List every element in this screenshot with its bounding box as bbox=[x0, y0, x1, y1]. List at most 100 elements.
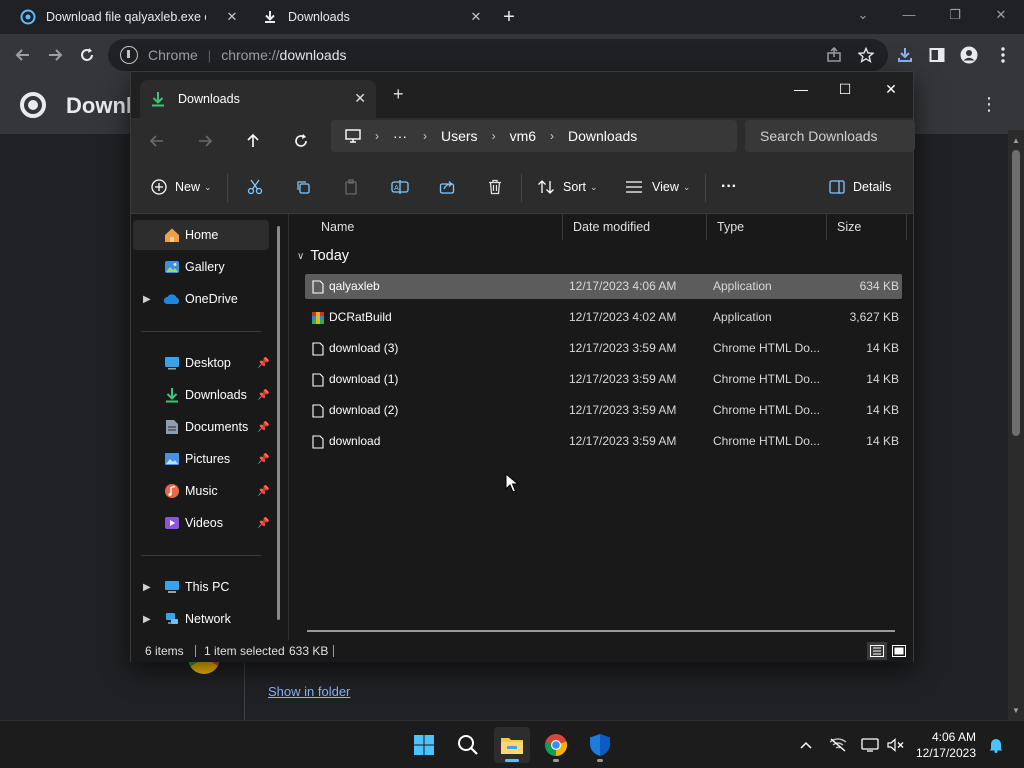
scroll-up-arrow-icon[interactable]: ▲ bbox=[1010, 136, 1022, 145]
explorer-new-tab-button[interactable]: + bbox=[393, 84, 404, 105]
details-pane-button[interactable]: Details bbox=[829, 176, 891, 198]
network-disconnected-icon[interactable] bbox=[828, 735, 848, 755]
chrome-tab-download-site[interactable]: Download file qalyaxleb.exe on C ✕ bbox=[8, 0, 246, 34]
file-row-dcratbuild[interactable]: DCRatBuild 12/17/2023 4:02 AM Applicatio… bbox=[305, 305, 902, 330]
share-button[interactable] bbox=[439, 176, 455, 198]
file-row-download-1[interactable]: download (1) 12/17/2023 3:59 AM Chrome H… bbox=[305, 367, 902, 392]
pin-icon[interactable]: 📌 bbox=[257, 518, 269, 529]
column-header-type[interactable]: Type bbox=[707, 214, 827, 240]
nav-item-onedrive[interactable]: ▶ OneDrive bbox=[133, 284, 269, 314]
nav-item-desktop[interactable]: Desktop 📌 bbox=[133, 348, 269, 378]
breadcrumb-downloads[interactable]: Downloads bbox=[568, 128, 637, 144]
column-header-size[interactable]: Size bbox=[827, 214, 907, 240]
show-hidden-icons-chevron-icon[interactable] bbox=[796, 735, 816, 755]
display-icon[interactable] bbox=[860, 735, 880, 755]
chrome-tab-downloads[interactable]: Downloads ✕ bbox=[250, 0, 490, 34]
explorer-search-input[interactable]: Search Downloads bbox=[745, 120, 915, 152]
column-header-name[interactable]: Name bbox=[311, 214, 563, 240]
this-pc-icon bbox=[163, 578, 181, 596]
explorer-maximize-button[interactable]: ☐ bbox=[833, 78, 857, 100]
breadcrumb-users[interactable]: Users bbox=[441, 128, 478, 144]
file-row-download-3[interactable]: download (3) 12/17/2023 3:59 AM Chrome H… bbox=[305, 336, 902, 361]
pin-icon[interactable]: 📌 bbox=[257, 486, 269, 497]
paste-button[interactable] bbox=[343, 176, 359, 198]
chevron-right-icon[interactable]: ▶ bbox=[143, 294, 151, 305]
details-view-button[interactable] bbox=[867, 642, 887, 660]
sort-button[interactable]: Sort ⌄ bbox=[537, 176, 597, 198]
pin-icon[interactable]: 📌 bbox=[257, 358, 269, 369]
nav-item-gallery[interactable]: Gallery bbox=[133, 252, 269, 282]
delete-button[interactable] bbox=[487, 176, 503, 198]
group-header-today[interactable]: ∨ Today bbox=[297, 248, 349, 264]
explorer-close-button[interactable]: ✕ bbox=[879, 78, 903, 100]
address-bar[interactable]: Chrome | chrome://downloads bbox=[108, 39, 888, 71]
pin-icon[interactable]: 📌 bbox=[257, 390, 269, 401]
restore-button[interactable]: ❐ bbox=[942, 4, 968, 26]
start-button[interactable] bbox=[406, 727, 442, 763]
explorer-address-bar[interactable]: › ··· › Users › vm6 › Downloads bbox=[331, 120, 737, 152]
file-row-download[interactable]: download 12/17/2023 3:59 AM Chrome HTML … bbox=[305, 429, 902, 454]
taskbar-windows-security[interactable] bbox=[582, 727, 618, 763]
close-window-button[interactable]: ✕ bbox=[988, 4, 1014, 26]
column-header-date-modified[interactable]: Date modified bbox=[563, 214, 707, 240]
back-button[interactable] bbox=[12, 44, 34, 66]
breadcrumb-more[interactable]: ··· bbox=[393, 128, 407, 144]
explorer-forward-button[interactable] bbox=[195, 131, 215, 151]
nav-item-music[interactable]: Music 📌 bbox=[133, 476, 269, 506]
taskbar-clock[interactable]: 4:06 AM 12/17/2023 bbox=[912, 729, 976, 761]
nav-item-documents[interactable]: Documents 📌 bbox=[133, 412, 269, 442]
show-in-folder-link[interactable]: Show in folder bbox=[268, 684, 350, 699]
chevron-right-icon[interactable]: ▶ bbox=[143, 614, 151, 625]
navigation-pane-scrollbar[interactable] bbox=[277, 226, 280, 620]
taskbar-chrome[interactable] bbox=[538, 727, 574, 763]
nav-item-network[interactable]: ▶ Network bbox=[133, 604, 269, 634]
nav-item-home[interactable]: Home bbox=[133, 220, 269, 250]
profile-icon[interactable] bbox=[958, 44, 980, 66]
explorer-minimize-button[interactable]: — bbox=[789, 78, 813, 100]
close-icon[interactable]: ✕ bbox=[224, 9, 240, 25]
close-icon[interactable]: ✕ bbox=[468, 9, 484, 25]
taskbar-search-button[interactable] bbox=[450, 727, 486, 763]
cut-button[interactable] bbox=[247, 176, 263, 198]
nav-item-downloads[interactable]: Downloads 📌 bbox=[133, 380, 269, 410]
pin-icon[interactable]: 📌 bbox=[257, 422, 269, 433]
more-options-button[interactable]: ··· bbox=[721, 176, 737, 198]
minimize-button[interactable]: — bbox=[896, 4, 922, 26]
new-button[interactable]: New ⌄ bbox=[151, 176, 212, 198]
site-info-icon[interactable] bbox=[120, 46, 138, 64]
side-panel-icon[interactable] bbox=[926, 44, 948, 66]
explorer-up-button[interactable] bbox=[243, 131, 263, 151]
pin-icon[interactable]: 📌 bbox=[257, 454, 269, 465]
nav-item-pictures[interactable]: Pictures 📌 bbox=[133, 444, 269, 474]
taskbar-file-explorer[interactable] bbox=[494, 727, 530, 763]
bookmark-star-icon[interactable] bbox=[855, 44, 877, 66]
chrome-menu-icon[interactable] bbox=[992, 44, 1014, 66]
rename-button[interactable]: A bbox=[391, 176, 409, 198]
reload-button[interactable] bbox=[76, 44, 98, 66]
page-menu-icon[interactable]: ⋮ bbox=[980, 94, 998, 115]
file-row-download-2[interactable]: download (2) 12/17/2023 3:59 AM Chrome H… bbox=[305, 398, 902, 423]
breadcrumb-vm6[interactable]: vm6 bbox=[510, 128, 536, 144]
file-list-horizontal-scrollbar[interactable] bbox=[307, 630, 895, 632]
scroll-down-arrow-icon[interactable]: ▼ bbox=[1010, 706, 1022, 715]
share-icon[interactable] bbox=[823, 44, 845, 66]
volume-muted-icon[interactable] bbox=[886, 735, 906, 755]
page-scrollbar-thumb[interactable] bbox=[1012, 150, 1020, 436]
explorer-tab-downloads[interactable]: Downloads ✕ bbox=[140, 80, 376, 118]
file-row-qalyaxleb[interactable]: qalyaxleb 12/17/2023 4:06 AM Application… bbox=[305, 274, 902, 299]
copy-button[interactable] bbox=[295, 176, 311, 198]
notification-bell-icon[interactable] bbox=[986, 735, 1006, 755]
nav-item-this-pc[interactable]: ▶ This PC bbox=[133, 572, 269, 602]
nav-item-videos[interactable]: Videos 📌 bbox=[133, 508, 269, 538]
cmd-separator bbox=[705, 174, 706, 202]
downloads-toolbar-icon[interactable] bbox=[894, 44, 916, 66]
chevron-right-icon[interactable]: ▶ bbox=[143, 582, 151, 593]
view-button[interactable]: View ⌄ bbox=[625, 176, 690, 198]
explorer-refresh-button[interactable] bbox=[291, 131, 311, 151]
thumbnail-view-button[interactable] bbox=[889, 642, 909, 660]
forward-button[interactable] bbox=[44, 44, 66, 66]
new-tab-button[interactable]: + bbox=[498, 6, 520, 28]
close-icon[interactable]: ✕ bbox=[354, 90, 366, 107]
tab-search-chevron-icon[interactable]: ⌄ bbox=[850, 4, 876, 26]
explorer-back-button[interactable] bbox=[147, 131, 167, 151]
